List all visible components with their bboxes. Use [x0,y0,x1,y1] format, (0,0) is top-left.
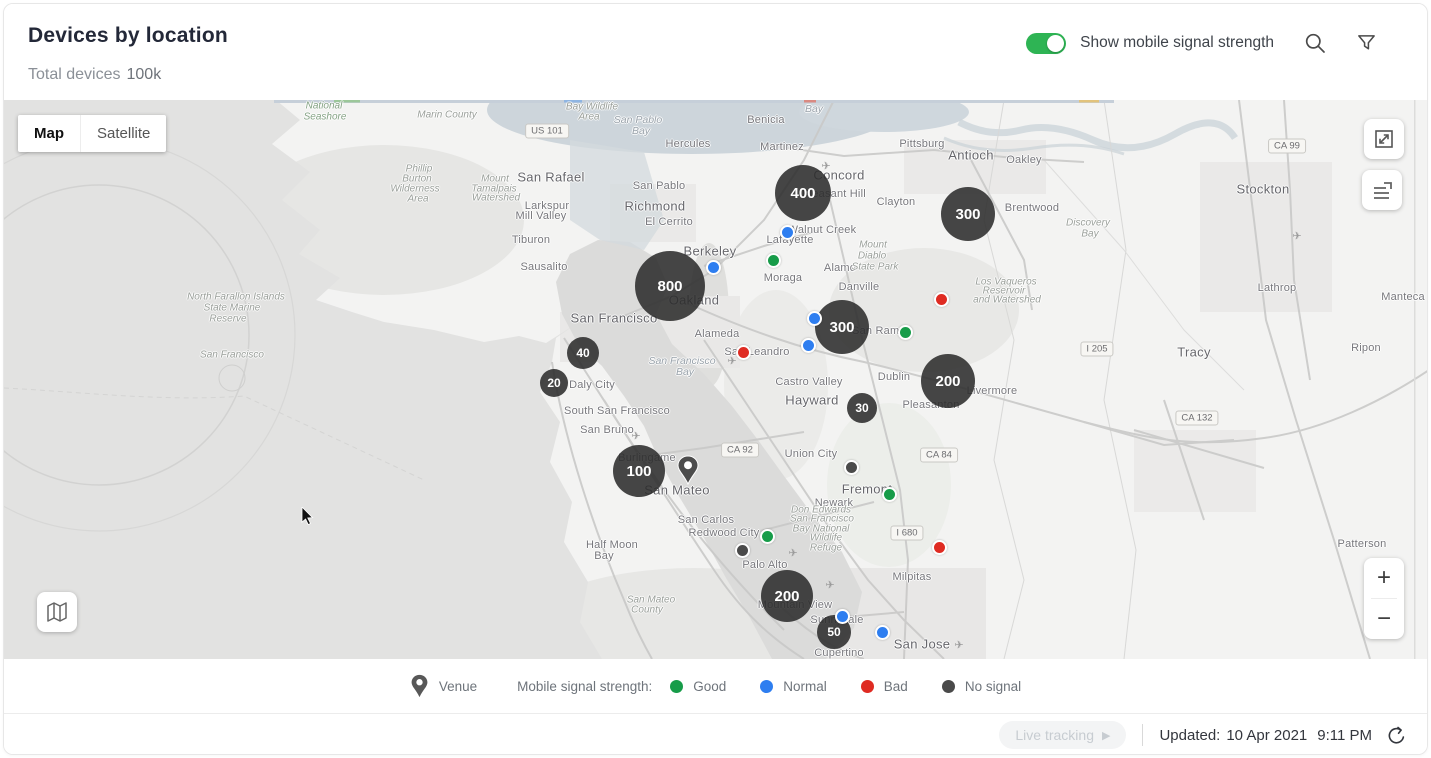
zoom-out-button[interactable]: − [1364,599,1404,639]
legend-label-bad: Bad [884,679,908,694]
map-canvas[interactable]: NationalSeashoreMarin CountyBay Wildlife… [4,100,1427,659]
device-dot-good[interactable] [760,529,775,544]
search-icon[interactable] [1304,32,1326,54]
legend-label-normal: Normal [783,679,827,694]
devices-by-location-card: Devices by location Total devices 100k Sh… [3,3,1428,755]
page-title: Devices by location [28,24,228,48]
legend-label-good: Good [693,679,726,694]
layer-list-icon [1370,178,1394,202]
total-devices-label: Total devices [28,66,121,83]
footer-bar: Live tracking ▶ Updated: 10 Apr 2021 9:1… [4,713,1427,755]
updated-time: 9:11 PM [1317,727,1372,744]
venue-pin[interactable] [676,455,700,490]
toggle-knob [1047,35,1064,52]
legend-item-normal: Normal [760,679,827,694]
live-tracking-button[interactable]: Live tracking ▶ [999,721,1126,749]
signal-strength-toggle[interactable] [1026,33,1066,54]
legend-venue: Venue [410,674,477,698]
legend-dot-bad [861,680,874,693]
header-actions: Show mobile signal strength [1026,32,1377,54]
refresh-button[interactable] [1386,725,1407,746]
device-dot-normal[interactable] [780,225,795,240]
cluster-marker[interactable]: 40 [567,337,599,369]
updated-date: 10 Apr 2021 [1226,727,1307,744]
fullscreen-icon [1373,128,1395,150]
layer-list-button[interactable] [1362,170,1402,210]
cluster-marker[interactable]: 300 [941,187,995,241]
cluster-marker[interactable]: 30 [847,393,877,423]
legend-item-no_signal: No signal [942,679,1021,694]
device-dot-good[interactable] [766,253,781,268]
fullscreen-button[interactable] [1364,119,1404,159]
map-legend-button[interactable] [37,592,77,632]
header: Devices by location Total devices 100k Sh… [4,4,1427,100]
zoom-control: + − [1364,558,1404,639]
map-type-control: Map Satellite [18,115,166,152]
device-dot-normal[interactable] [801,338,816,353]
total-devices-value: 100k [127,66,162,83]
legend-dot-no_signal [942,680,955,693]
map-base-art [4,100,1427,659]
updated-label: Updated: [1159,727,1220,744]
legend-strength-label: Mobile signal strength: [517,679,652,694]
toggle-label: Show mobile signal strength [1080,34,1274,52]
cluster-marker[interactable]: 300 [815,300,869,354]
refresh-icon [1386,725,1407,746]
device-dot-bad[interactable] [932,540,947,555]
legend-label-no_signal: No signal [965,679,1021,694]
legend-dot-normal [760,680,773,693]
map-type-satellite-button[interactable]: Satellite [80,115,166,152]
cluster-marker[interactable]: 200 [921,354,975,408]
zoom-in-button[interactable]: + [1364,558,1404,598]
play-icon: ▶ [1102,729,1110,742]
device-dot-no_signal[interactable] [735,543,750,558]
cluster-marker[interactable]: 100 [613,445,665,497]
device-dot-bad[interactable] [934,292,949,307]
device-dot-normal[interactable] [706,260,721,275]
legend-item-good: Good [670,679,726,694]
cluster-marker[interactable]: 20 [540,369,568,397]
cluster-marker[interactable]: 400 [775,165,831,221]
footer-divider [1142,724,1143,746]
legend-items: Good Normal Bad No signal [670,679,1021,694]
device-dot-no_signal[interactable] [844,460,859,475]
legend-bar: Venue Mobile signal strength: Good Normal… [4,659,1427,713]
folded-map-icon [44,599,70,625]
legend-venue-label: Venue [439,679,477,694]
device-dot-normal[interactable] [875,625,890,640]
device-dot-good[interactable] [898,325,913,340]
legend-dot-good [670,680,683,693]
cluster-marker[interactable]: 800 [635,251,705,321]
map-type-map-button[interactable]: Map [18,115,80,152]
device-dot-normal[interactable] [807,311,822,326]
device-dot-bad[interactable] [736,345,751,360]
cluster-marker[interactable]: 200 [761,570,813,622]
filter-icon[interactable] [1356,33,1377,54]
updated-status: Updated: 10 Apr 2021 9:11 PM [1159,727,1372,744]
total-devices: Total devices 100k [28,66,161,84]
legend-item-bad: Bad [861,679,908,694]
device-dot-good[interactable] [882,487,897,502]
live-tracking-label: Live tracking [1015,727,1094,743]
venue-pin-icon [410,674,429,698]
device-dot-normal[interactable] [835,609,850,624]
